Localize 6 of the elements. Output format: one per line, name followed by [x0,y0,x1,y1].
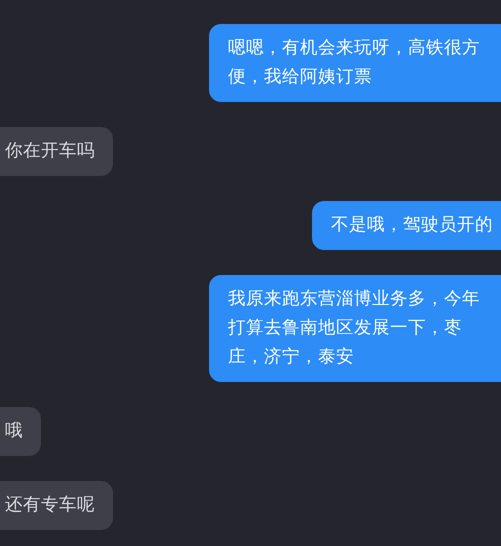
message-bubble: 嗯嗯，有机会来玩呀，高铁很方便，我给阿姨订票 [209,24,501,102]
message-bubble: 哦 [0,407,41,456]
message-bubble: 我原来跑东营淄博业务多，今年打算去鲁南地区发展一下，枣庄，济宁，泰安 [209,275,501,382]
message-bubble: 你在开车吗 [0,127,113,176]
message-bubble: 不是哦，驾驶员开的 [312,201,501,250]
message-bubble: 还有专车呢 [0,481,113,530]
